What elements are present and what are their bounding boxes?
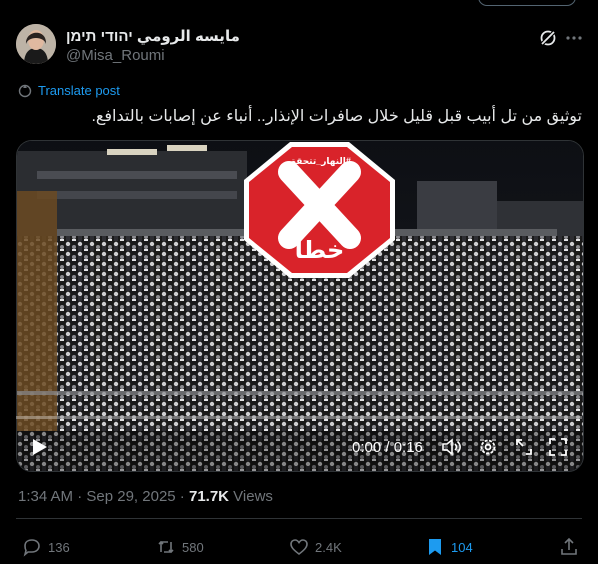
- translate-label: Translate post: [38, 83, 120, 98]
- heart-icon: [290, 539, 308, 556]
- picture-in-picture-icon[interactable]: [514, 437, 534, 457]
- post-time[interactable]: 1:34 AM: [18, 488, 73, 505]
- volume-icon[interactable]: [441, 437, 463, 457]
- meta-separator: ·: [175, 488, 189, 505]
- video-progress-bar[interactable]: [16, 416, 582, 419]
- like-button[interactable]: 2.4K: [289, 537, 342, 557]
- video-time: 0:00 / 0:16: [352, 439, 423, 456]
- author-name[interactable]: مايسه الرومي יהודי תימן: [66, 27, 240, 45]
- share-icon: [561, 537, 577, 555]
- post-date[interactable]: Sep 29, 2025: [86, 488, 175, 505]
- bookmark-count: 104: [451, 539, 473, 555]
- bookmark-icon: [429, 539, 441, 555]
- divider: [16, 518, 582, 519]
- repost-button[interactable]: 580: [156, 537, 204, 557]
- play-icon[interactable]: [32, 438, 48, 456]
- more-icon[interactable]: [564, 28, 584, 48]
- bookmark-button[interactable]: 104: [425, 537, 473, 557]
- tweet-text: توثيق من تل أبيب قبل قليل خلال صافرات ال…: [91, 108, 582, 125]
- like-count: 2.4K: [315, 539, 342, 555]
- gear-icon[interactable]: [478, 437, 498, 457]
- stamp-verdict: خطأ: [294, 237, 345, 264]
- share-button[interactable]: [559, 537, 579, 557]
- meta-separator: ·: [73, 488, 87, 505]
- top-pill-button[interactable]: [478, 0, 576, 6]
- views-count: 71.7K: [188, 488, 230, 505]
- translate-post-link[interactable]: Translate post: [18, 83, 120, 98]
- reply-count: 136: [48, 539, 70, 555]
- grok-icon[interactable]: [538, 28, 558, 48]
- repost-count: 580: [182, 539, 204, 555]
- views-label: Views: [229, 488, 273, 505]
- fact-check-stamp: #النهار_تتحقق خطأ: [242, 140, 397, 280]
- fullscreen-icon[interactable]: [548, 437, 568, 457]
- post-meta: 1:34 AM · Sep 29, 2025 · 71.7K Views: [18, 488, 273, 505]
- reply-icon: [23, 539, 40, 557]
- avatar[interactable]: [16, 24, 56, 64]
- translate-icon: [18, 84, 32, 97]
- stamp-hashtag: #النهار_تتحقق: [288, 156, 351, 166]
- reply-button[interactable]: 136: [22, 537, 70, 557]
- author-handle[interactable]: @Misa_Roumi: [66, 47, 165, 64]
- repost-icon: [158, 540, 174, 554]
